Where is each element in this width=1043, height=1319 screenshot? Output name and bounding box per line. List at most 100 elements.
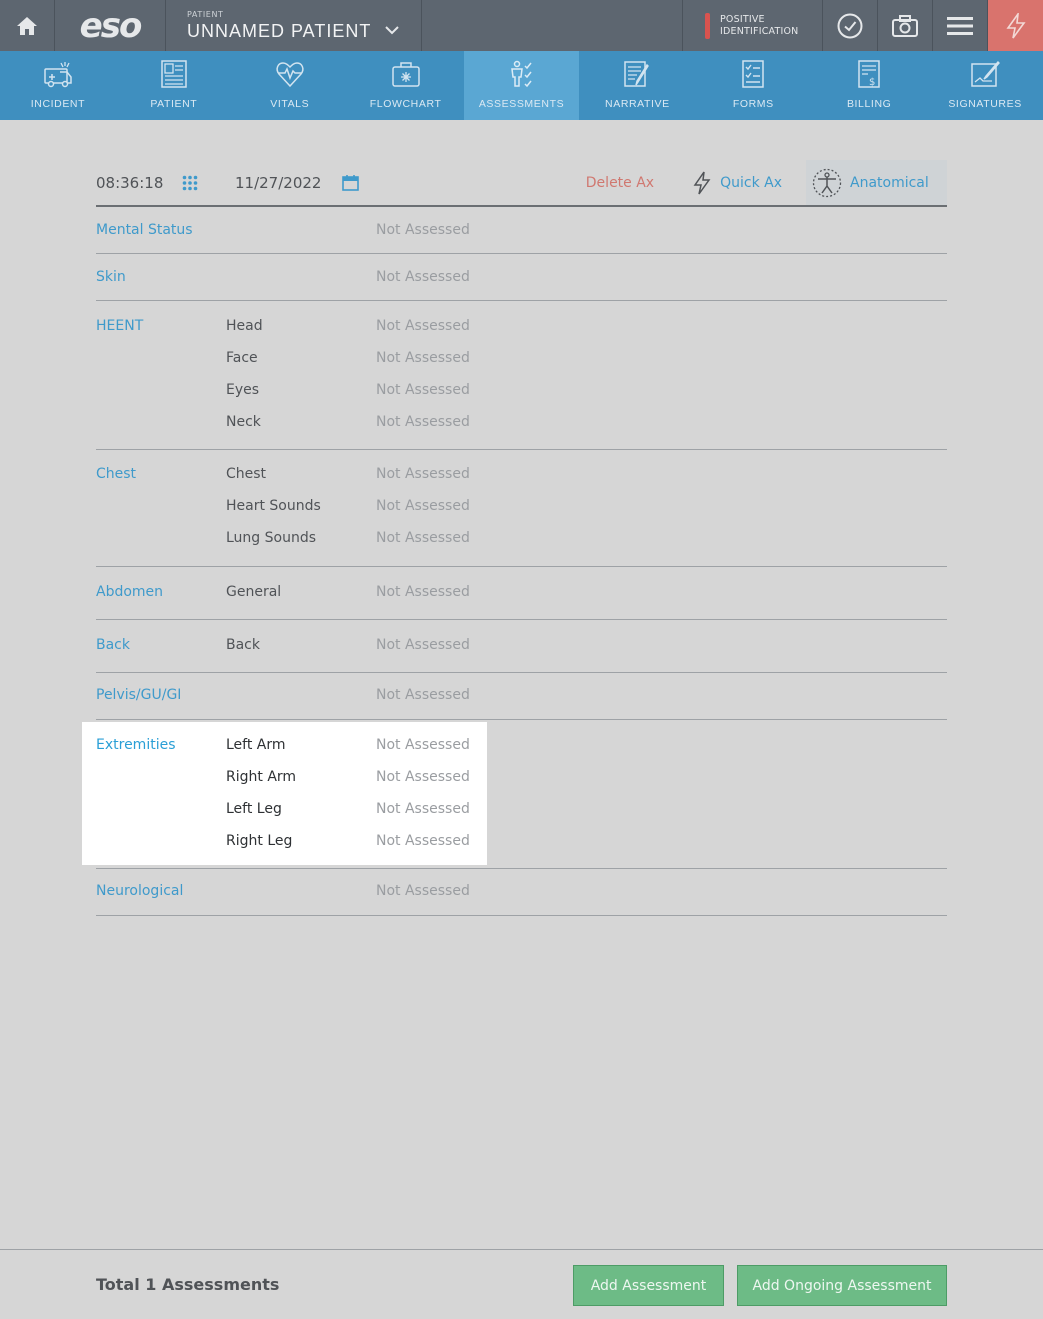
category-label[interactable]: Chest (96, 466, 226, 482)
assessment-row[interactable]: Right Leg Not Assessed (96, 825, 947, 857)
subcategory-label: Head (226, 318, 263, 334)
add-ongoing-assessment-button[interactable]: Add Ongoing Assessment (737, 1265, 947, 1306)
patient-label: PATIENT (187, 9, 224, 19)
calendar-icon[interactable] (342, 174, 359, 191)
category-label[interactable]: Mental Status (96, 222, 226, 238)
assessment-value[interactable]: Not Assessed (376, 269, 470, 285)
complete-button[interactable] (823, 0, 878, 51)
footer-bar: Total 1 Assessments Add Assessment Add O… (0, 1249, 1043, 1319)
assessment-value[interactable]: Not Assessed (376, 530, 470, 546)
assessment-row[interactable]: Lung Sounds Not Assessed (96, 522, 947, 554)
nav-assessments[interactable]: ASSESSMENTS (463, 51, 580, 120)
assessment-value[interactable]: Not Assessed (376, 584, 470, 600)
assessment-value[interactable]: Not Assessed (376, 466, 470, 482)
assessment-row[interactable]: Mental Status Not Assessed (96, 214, 947, 246)
quick-ax-button[interactable]: Quick Ax (692, 171, 782, 195)
assessment-value[interactable]: Not Assessed (376, 414, 470, 430)
positive-id-line2: IDENTIFICATION (720, 25, 799, 37)
category-label[interactable]: HEENT (96, 318, 226, 334)
subcategory-label: Right Arm (226, 769, 297, 785)
assessment-row[interactable]: Back Back Not Assessed (96, 629, 947, 661)
assessment-row[interactable]: Extremities Left Arm Not Assessed (96, 729, 947, 761)
section-pelvis-gu-gi: Pelvis/GU/GI Not Assessed (96, 673, 947, 720)
assessment-value[interactable]: Not Assessed (376, 498, 470, 514)
home-button[interactable] (0, 0, 55, 51)
category-label[interactable]: Abdomen (96, 584, 226, 600)
nav-signatures[interactable]: SIGNATURES (927, 51, 1043, 120)
home-icon (17, 16, 37, 35)
subcategory-label: Back (226, 637, 260, 653)
nav-forms[interactable]: FORMS (695, 51, 811, 120)
vitruvian-body-icon (812, 168, 842, 197)
quick-action-button[interactable] (988, 0, 1043, 51)
main-nav: INCIDENT PATIENT VITALS FLOWCHART ASSESS… (0, 51, 1043, 120)
category-label[interactable]: Back (96, 637, 226, 653)
assessment-row[interactable]: Abdomen General Not Assessed (96, 576, 947, 608)
assessment-value[interactable]: Not Assessed (376, 883, 470, 899)
add-assessment-button[interactable]: Add Assessment (573, 1265, 724, 1306)
nav-label-assessments: ASSESSMENTS (478, 98, 565, 110)
positive-identification-button[interactable]: POSITIVE IDENTIFICATION (683, 0, 823, 51)
nav-label-patient: PATIENT (150, 98, 198, 110)
nav-incident[interactable]: INCIDENT (0, 51, 116, 120)
nav-vitals[interactable]: VITALS (232, 51, 348, 120)
subcategory-label: Left Arm (226, 737, 286, 753)
chevron-down-icon (385, 26, 400, 35)
camera-button[interactable] (878, 0, 933, 51)
subcategory-label: Left Leg (226, 801, 282, 817)
topbar-spacer (422, 0, 683, 51)
section-skin: Skin Not Assessed (96, 254, 947, 301)
assessment-value[interactable]: Not Assessed (376, 222, 470, 238)
body-check-icon (510, 60, 532, 88)
assessment-row[interactable]: Eyes Not Assessed (96, 374, 947, 406)
assessment-date[interactable]: 11/27/2022 (235, 174, 342, 192)
assessment-value[interactable]: Not Assessed (376, 637, 470, 653)
anatomical-button[interactable]: Anatomical (806, 160, 947, 205)
assessment-value[interactable]: Not Assessed (376, 801, 470, 817)
assessment-value[interactable]: Not Assessed (376, 318, 470, 334)
delete-ax-button[interactable]: Delete Ax (586, 175, 654, 191)
keypad-icon[interactable] (182, 175, 198, 191)
menu-button[interactable] (933, 0, 988, 51)
nav-billing[interactable]: $ BILLING (811, 51, 927, 120)
nav-label-narrative: NARRATIVE (605, 98, 670, 110)
section-extremities: Extremities Left Arm Not Assessed Right … (82, 720, 947, 869)
assessment-value[interactable]: Not Assessed (376, 350, 470, 366)
total-assessments: Total 1 Assessments (96, 1275, 280, 1294)
category-label[interactable]: Neurological (96, 883, 226, 899)
heartbeat-icon (276, 62, 304, 88)
assessment-row[interactable]: Left Leg Not Assessed (96, 793, 947, 825)
section-abdomen: Abdomen General Not Assessed (96, 567, 947, 620)
assessment-row[interactable]: Chest Chest Not Assessed (96, 458, 947, 490)
category-label[interactable]: Extremities (96, 737, 226, 753)
patient-card-icon (161, 60, 187, 88)
assessment-row[interactable]: Skin Not Assessed (96, 261, 947, 293)
category-label[interactable]: Skin (96, 269, 226, 285)
assessment-row[interactable]: Neck Not Assessed (96, 406, 947, 438)
assessment-row[interactable]: Heart Sounds Not Assessed (96, 490, 947, 522)
assessment-row[interactable]: Right Arm Not Assessed (96, 761, 947, 793)
assessment-value[interactable]: Not Assessed (376, 687, 470, 703)
assessment-row[interactable]: Face Not Assessed (96, 342, 947, 374)
invoice-icon: $ (858, 60, 880, 88)
subcategory-label: Eyes (226, 382, 260, 398)
nav-narrative[interactable]: NARRATIVE (579, 51, 695, 120)
nav-flowchart[interactable]: FLOWCHART (348, 51, 464, 120)
quick-ax-label: Quick Ax (720, 174, 782, 191)
assessment-row[interactable]: Neurological Not Assessed (96, 875, 947, 907)
section-heent: HEENT Head Not Assessed Face Not Assesse… (96, 301, 947, 450)
assessment-value[interactable]: Not Assessed (376, 737, 470, 753)
assessment-value[interactable]: Not Assessed (376, 769, 470, 785)
assessment-row[interactable]: Pelvis/GU/GI Not Assessed (96, 679, 947, 711)
patient-selector[interactable]: PATIENT UNNAMED PATIENT (166, 0, 422, 51)
anatomical-label: Anatomical (850, 174, 929, 191)
assessment-value[interactable]: Not Assessed (376, 382, 470, 398)
assessment-row[interactable]: HEENT Head Not Assessed (96, 310, 947, 342)
nav-patient[interactable]: PATIENT (116, 51, 232, 120)
assessment-value[interactable]: Not Assessed (376, 833, 470, 849)
lightning-icon (1005, 12, 1026, 38)
assessment-panel: 08:36:18 11/27/2022 Delete Ax Quick Ax A… (82, 160, 947, 916)
category-label[interactable]: Pelvis/GU/GI (96, 687, 226, 703)
signature-icon (971, 60, 1001, 87)
assessment-time[interactable]: 08:36:18 (96, 174, 182, 192)
